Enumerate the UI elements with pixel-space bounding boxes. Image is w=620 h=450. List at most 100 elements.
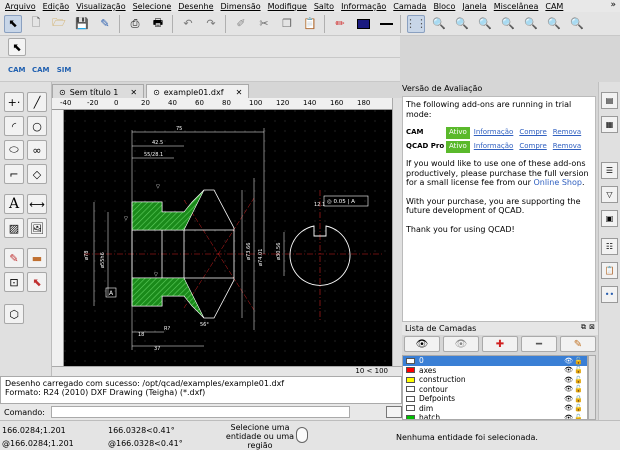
library-icon[interactable]: ▦ [601, 116, 618, 133]
save-icon[interactable]: 💾 [73, 15, 91, 33]
menu-desenhe[interactable]: Desenhe [178, 2, 213, 11]
copy-icon[interactable]: ❐ [278, 15, 296, 33]
menu-dimensao[interactable]: Dimensão [220, 2, 260, 11]
lock-icon[interactable]: 🔓 [574, 414, 583, 419]
lock-icon[interactable]: 🔓 [574, 366, 583, 374]
cam-export-icon[interactable]: CAM [8, 62, 26, 78]
add-layer-icon[interactable]: ✚ [482, 336, 518, 352]
layers-panel-icon[interactable]: ☰ [601, 162, 618, 179]
drawing-canvas[interactable]: A ◎ 0.05 | A 75 42.5 55/28.1 ø78 ø55h6 ø… [64, 110, 392, 366]
addon-remove-link[interactable]: Remova [553, 142, 581, 152]
zoom-window-icon[interactable]: 🔍 [545, 15, 563, 33]
dimension-tool-icon[interactable]: ⟷ [27, 194, 47, 214]
line-width-icon[interactable] [377, 15, 395, 33]
eye-icon[interactable]: 👁 [564, 376, 573, 384]
pen-icon[interactable]: ✐ [232, 15, 250, 33]
menu-arquivo[interactable]: Arquivo [5, 2, 36, 11]
line-tool-icon[interactable]: ╱ [27, 92, 47, 112]
print-preview-icon[interactable]: ⎙ [126, 15, 144, 33]
zoom-in-icon[interactable]: 🔍 [430, 15, 448, 33]
cam-simulate-icon[interactable]: SIM [56, 62, 72, 78]
cut-icon[interactable]: ✂ [255, 15, 273, 33]
command-input[interactable] [50, 406, 351, 418]
pen-color-icon[interactable]: ✏ [331, 15, 349, 33]
open-folder-icon[interactable]: 🗁 [50, 15, 68, 33]
cam-settings-icon[interactable]: CAM [32, 62, 50, 78]
lock-icon[interactable]: 🔓 [574, 376, 583, 384]
layer-item[interactable]: construction 👁 🔓 [403, 375, 587, 385]
menu-miscelanea[interactable]: Miscelânea [494, 2, 539, 11]
menu-bloco[interactable]: Bloco [433, 2, 455, 11]
zoom-selection-icon[interactable]: 🔍 [522, 15, 540, 33]
line-properties-tool-icon[interactable]: ▬ [27, 248, 47, 268]
spline-tool-icon[interactable]: ∞ [27, 140, 47, 160]
menu-selecione[interactable]: Selecione [133, 2, 172, 11]
layer-item[interactable]: axes 👁 🔓 [403, 366, 587, 376]
clipboard-icon[interactable]: 📋 [601, 262, 618, 279]
close-icon[interactable]: ✕ [236, 88, 243, 97]
float-icon[interactable]: ⧉ [581, 323, 586, 332]
layer-list[interactable]: 0 👁 🔓 axes 👁 🔓 construction 👁 🔓 contour 👁 🔓 … [402, 355, 588, 420]
snap-tool-icon[interactable]: ⊡ [4, 272, 24, 292]
addon-buy-link[interactable]: Compre [519, 128, 546, 138]
close-icon[interactable]: ⊠ [589, 323, 595, 331]
menu-camada[interactable]: Camada [393, 2, 426, 11]
addon-info-link[interactable]: Informação [474, 128, 514, 138]
save-as-icon[interactable]: ✎ [96, 15, 114, 33]
tab-sem-titulo[interactable]: ⊙ Sem título 1 ✕ [52, 84, 145, 98]
redo-icon[interactable]: ↷ [202, 15, 220, 33]
lock-icon[interactable]: 🔓 [574, 357, 583, 365]
menu-visualizacao[interactable]: Visualização [76, 2, 125, 11]
menu-cam[interactable]: CAM [545, 2, 563, 11]
menubar-overflow-icon[interactable]: » [610, 0, 616, 10]
addon-remove-link[interactable]: Remova [553, 128, 581, 138]
console-toggle-icon[interactable] [386, 406, 402, 418]
print-icon[interactable]: 🖶 [149, 15, 167, 33]
modify-tool-icon[interactable]: ✎ [4, 248, 24, 268]
lock-icon[interactable]: 🔓 [574, 404, 583, 412]
arc-tool-icon[interactable]: ◜ [4, 116, 24, 136]
select-tool-icon[interactable]: ⬉ [27, 272, 47, 292]
menu-modifique[interactable]: Modifique [268, 2, 307, 11]
block-list-icon[interactable]: ▣ [601, 210, 618, 227]
block-tool-icon[interactable]: ⬡ [4, 304, 24, 324]
addon-info-link[interactable]: Informação [474, 142, 514, 152]
show-all-layers-icon[interactable]: 👁 [404, 336, 440, 352]
layer-item[interactable]: Defpoints 👁 🔒 [403, 394, 587, 404]
color-swatch-icon[interactable] [354, 15, 372, 33]
hatch-tool-icon[interactable]: ▨ [4, 218, 24, 238]
zoom-previous-icon[interactable]: 🔍 [499, 15, 517, 33]
paste-icon[interactable]: 📋 [301, 15, 319, 33]
select-pointer-icon[interactable]: ⬉ [8, 38, 26, 56]
grid-icon[interactable]: ⋮⋮ [405, 14, 427, 33]
addon-buy-link[interactable]: Compre [519, 142, 546, 152]
online-shop-link[interactable]: Online Shop [533, 178, 581, 187]
view-list-icon[interactable]: ☷ [601, 238, 618, 255]
eye-icon[interactable]: 👁 [564, 395, 573, 403]
eye-icon[interactable]: 👁 [564, 366, 573, 374]
edit-layer-icon[interactable]: ✎ [560, 336, 596, 352]
tab-example01[interactable]: ⊙ example01.dxf ✕ [146, 84, 250, 98]
polyline-tool-icon[interactable]: ⌐ [4, 164, 24, 184]
select-pointer-icon[interactable]: ⬉ [4, 14, 22, 33]
eye-icon[interactable]: 👁 [564, 357, 573, 365]
close-icon[interactable]: ✕ [130, 88, 137, 97]
zoom-pan-icon[interactable]: 🔍 [568, 15, 586, 33]
menu-edicao[interactable]: Edição [43, 2, 70, 11]
ellipse-tool-icon[interactable]: ⬭ [4, 140, 24, 160]
eye-icon[interactable]: 👁 [564, 414, 573, 419]
zoom-out-icon[interactable]: 🔍 [453, 15, 471, 33]
zoom-auto-icon[interactable]: 🔍 [476, 15, 494, 33]
menu-janela[interactable]: Janela [462, 2, 486, 11]
remove-layer-icon[interactable]: ━ [521, 336, 557, 352]
selection-info-icon[interactable]: •• [601, 286, 618, 303]
layer-item[interactable]: dim 👁 🔓 [403, 404, 587, 414]
properties-icon[interactable]: ▤ [601, 92, 618, 109]
undo-icon[interactable]: ↶ [179, 15, 197, 33]
layer-list-scrollbar[interactable] [588, 355, 596, 420]
eye-icon[interactable]: 👁 [564, 404, 573, 412]
circle-tool-icon[interactable]: ○ [27, 116, 47, 136]
lock-icon[interactable]: 🔓 [574, 385, 583, 393]
layer-item[interactable]: hatch 👁 🔓 [403, 413, 587, 419]
filter-icon[interactable]: ▽ [601, 186, 618, 203]
